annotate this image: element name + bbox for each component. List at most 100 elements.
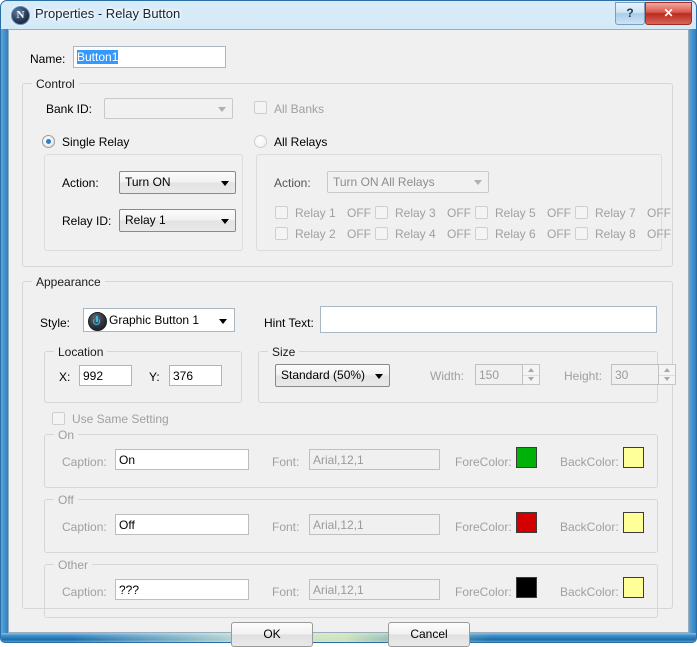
on-backcolor-swatch[interactable] [623, 447, 644, 468]
on-forecolor-swatch[interactable] [516, 447, 537, 468]
other-backcolor-swatch[interactable] [623, 577, 644, 598]
on-state-title: On [54, 428, 79, 442]
style-label: Style: [40, 316, 71, 330]
on-font-input[interactable]: Arial,12,1 [309, 449, 440, 470]
relay-5-checkbox[interactable] [475, 206, 488, 219]
hint-text-label: Hint Text: [264, 316, 314, 330]
all-action-value: Turn ON All Relays [333, 175, 435, 189]
on-state-group: On Caption: On Font: Arial,12,1 ForeColo… [44, 428, 658, 488]
single-action-label: Action: [62, 176, 99, 190]
all-relays-panel: Action: Turn ON All Relays Relay 1 OFF R… [256, 154, 671, 251]
location-y-input[interactable]: 376 [169, 365, 222, 386]
height-input[interactable]: 30 [611, 364, 659, 385]
relay-6-checkbox[interactable] [475, 227, 488, 240]
relay-4-state: OFF [447, 227, 471, 241]
power-button-icon [88, 312, 107, 331]
single-relay-radio[interactable] [42, 135, 55, 148]
ok-button[interactable]: OK [231, 622, 313, 647]
relay-7-state: OFF [647, 206, 671, 220]
relay-1-state: OFF [347, 206, 371, 220]
location-x-input[interactable]: 992 [79, 365, 132, 386]
relay-id-label: Relay ID: [62, 214, 112, 228]
size-preset-combo[interactable]: Standard (50%) [275, 364, 390, 387]
location-group-title: Location [54, 345, 108, 359]
chevron-down-icon [375, 373, 383, 379]
on-caption-input[interactable]: On [115, 449, 249, 470]
name-input-value: Button1 [77, 50, 119, 64]
chevron-down-icon [221, 180, 229, 186]
other-state-title: Other [54, 558, 93, 572]
relay-6-label: Relay 6 [495, 227, 536, 241]
chevron-down-icon [474, 180, 482, 185]
off-caption-label: Caption: [62, 520, 107, 534]
other-caption-input[interactable]: ??? [115, 579, 249, 600]
properties-dialog-window: N Properties - Relay Button ? ✕ Name: Bu… [0, 0, 697, 647]
style-value: Graphic Button 1 [109, 313, 200, 327]
help-button[interactable]: ? [615, 2, 645, 25]
relay-1-checkbox[interactable] [275, 206, 288, 219]
all-relays-radio[interactable] [254, 135, 267, 148]
location-y-value: 376 [173, 369, 194, 383]
single-action-value: Turn ON [125, 175, 171, 189]
on-forecolor-label: ForeColor: [455, 455, 512, 469]
width-input[interactable]: 150 [475, 364, 523, 385]
window-title: Properties - Relay Button [35, 6, 181, 21]
off-font-input[interactable]: Arial,12,1 [309, 514, 440, 535]
relay-6-state: OFF [547, 227, 571, 241]
relay-2-checkbox[interactable] [275, 227, 288, 240]
bank-id-combo[interactable] [104, 98, 233, 119]
hint-text-input[interactable] [320, 306, 657, 333]
cancel-button[interactable]: Cancel [388, 622, 470, 647]
appearance-group-title: Appearance [32, 275, 105, 289]
title-bar[interactable]: N Properties - Relay Button ? ✕ [1, 1, 696, 29]
off-font-value: Arial,12,1 [313, 518, 364, 532]
all-banks-checkbox[interactable] [254, 101, 267, 114]
name-input[interactable]: Button1 [73, 46, 226, 68]
dialog-client-area: Name: Button1 Control Bank ID: All Banks… [8, 29, 689, 647]
off-caption-input[interactable]: Off [115, 514, 249, 535]
relay-4-checkbox[interactable] [375, 227, 388, 240]
relay-2-label: Relay 2 [295, 227, 336, 241]
single-relay-label: Single Relay [62, 135, 130, 149]
single-action-combo[interactable]: Turn ON [119, 171, 236, 194]
off-backcolor-swatch[interactable] [623, 512, 644, 533]
relay-3-label: Relay 3 [395, 206, 436, 220]
relay-7-checkbox[interactable] [575, 206, 588, 219]
other-forecolor-swatch[interactable] [516, 577, 537, 598]
close-button[interactable]: ✕ [645, 2, 692, 25]
other-font-label: Font: [272, 585, 300, 599]
all-action-label: Action: [274, 176, 311, 190]
other-caption-value: ??? [119, 583, 140, 597]
all-banks-label: All Banks [274, 102, 325, 116]
other-font-input[interactable]: Arial,12,1 [309, 579, 440, 600]
single-relay-panel: Action: Turn ON Relay ID: Relay 1 [44, 154, 243, 251]
use-same-setting-checkbox[interactable] [52, 412, 65, 425]
window-frame-bottom [1, 633, 696, 642]
app-n-icon: N [11, 6, 30, 25]
off-state-title: Off [54, 493, 78, 507]
style-combo[interactable]: Graphic Button 1 [83, 308, 235, 332]
off-font-label: Font: [272, 520, 300, 534]
chevron-down-icon [218, 106, 226, 112]
relay-5-state: OFF [547, 206, 571, 220]
other-font-value: Arial,12,1 [313, 583, 364, 597]
size-group: Size Standard (50%) Width: 150 Height: 3… [258, 345, 676, 403]
control-group-title: Control [32, 77, 79, 91]
all-action-combo[interactable]: Turn ON All Relays [327, 171, 489, 193]
relay-5-label: Relay 5 [495, 206, 536, 220]
height-label: Height: [564, 369, 603, 383]
relay-3-state: OFF [447, 206, 471, 220]
control-group: Control Bank ID: All Banks Single Relay … [22, 77, 673, 267]
relay-id-combo[interactable]: Relay 1 [119, 209, 236, 232]
height-stepper[interactable] [659, 364, 676, 385]
on-backcolor-label: BackColor: [560, 455, 619, 469]
on-caption-value: On [119, 453, 136, 467]
off-backcolor-label: BackColor: [560, 520, 619, 534]
off-forecolor-swatch[interactable] [516, 512, 537, 533]
width-stepper[interactable] [523, 364, 540, 385]
relay-8-state: OFF [647, 227, 671, 241]
relay-8-label: Relay 8 [595, 227, 636, 241]
relay-3-checkbox[interactable] [375, 206, 388, 219]
relay-8-checkbox[interactable] [575, 227, 588, 240]
other-forecolor-label: ForeColor: [455, 585, 512, 599]
